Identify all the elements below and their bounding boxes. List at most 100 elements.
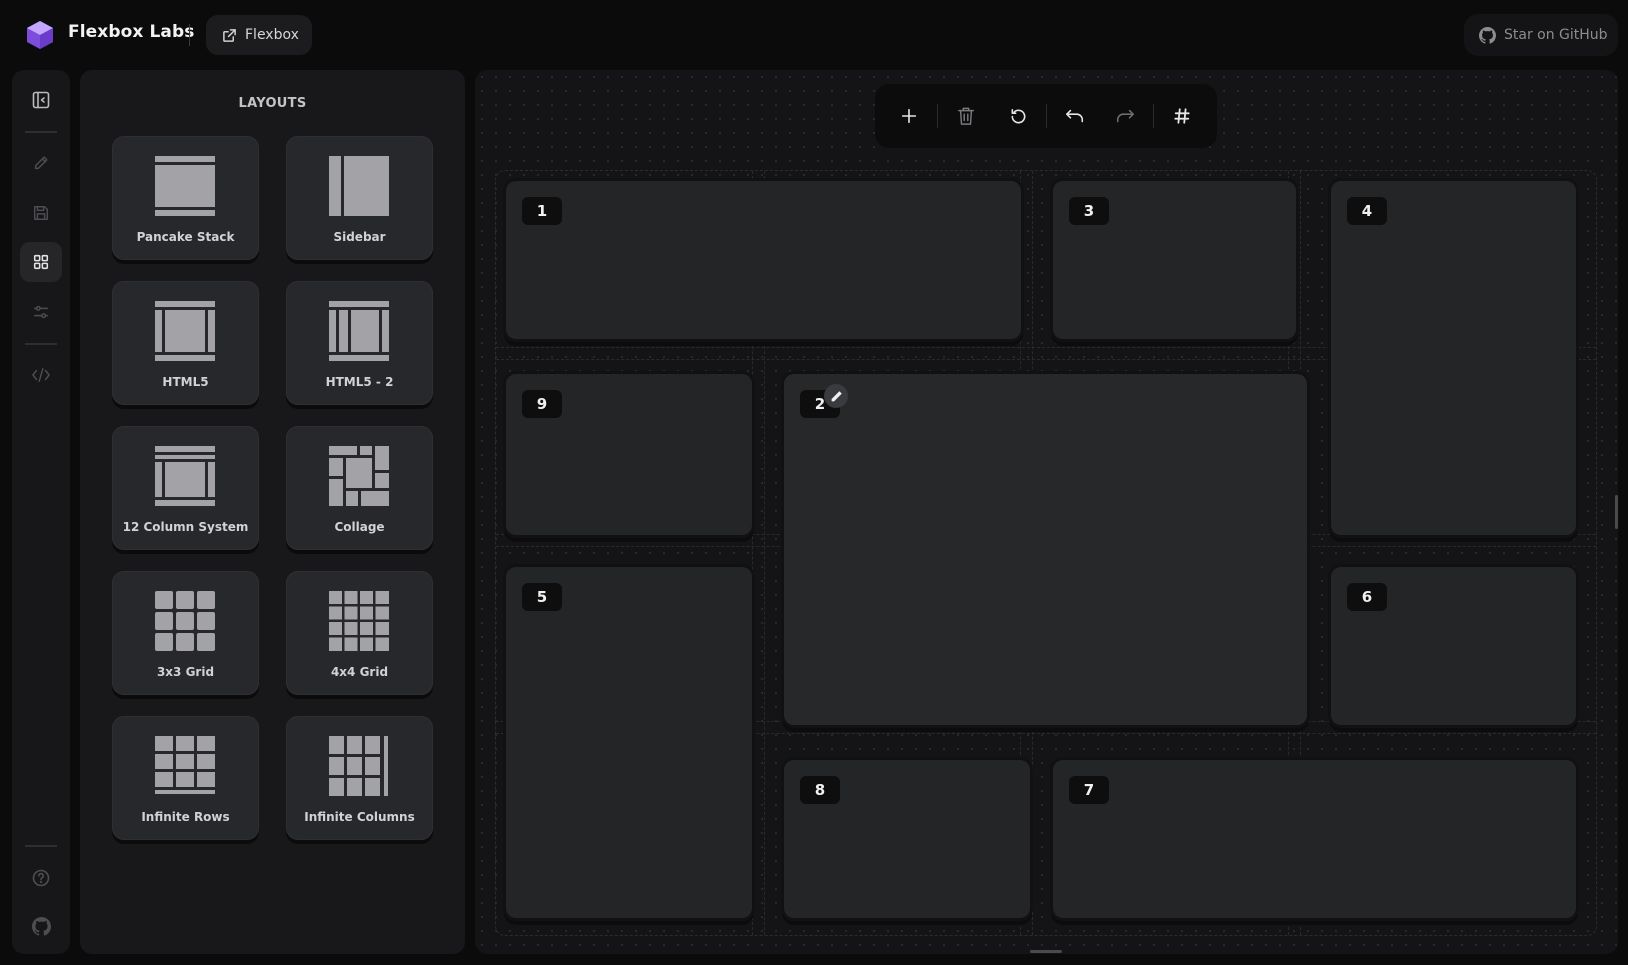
layout-tile-3x3-grid[interactable]: 3x3 Grid [112,571,259,695]
top-bar: Flexbox Labs Flexbox Star on GitHub [0,0,1628,70]
sliders-icon [33,305,49,319]
grid-cell[interactable]: 7 [1053,760,1576,918]
layouts-button[interactable] [20,242,62,282]
tool-rail [12,70,70,954]
infinite-rows-icon [155,736,215,794]
collapse-panel-icon [32,91,50,109]
cell-number-badge: 4 [1347,197,1387,225]
layout-tile-infinite-rows[interactable]: Infinite Rows [112,716,259,840]
delete-button[interactable] [946,96,986,136]
cell-number-badge: 3 [1069,197,1109,225]
twelve-column-layout-icon [155,446,215,506]
edit-button[interactable] [20,143,62,183]
reset-button[interactable] [998,96,1038,136]
undo-icon [1066,109,1084,123]
plus-icon [901,108,917,124]
grid-cell[interactable]: 6 [1331,567,1576,725]
infinite-columns-icon [329,736,388,796]
layout-tile-collage[interactable]: Collage [286,426,433,550]
toolbar-divider [1046,104,1047,128]
add-cell-button[interactable] [889,96,929,136]
layout-tile-label: Collage [334,520,385,534]
trash-icon [958,107,974,125]
layout-tile-pancake-stack[interactable]: Pancake Stack [112,136,259,260]
html5-layout-icon [155,301,215,361]
redo-button[interactable] [1105,96,1145,136]
reset-icon [1011,108,1025,123]
canvas-height-resize-handle[interactable] [1030,950,1062,953]
pencil-icon [831,390,842,401]
github-rail-button[interactable] [20,906,62,946]
canvas-toolbar [875,84,1217,148]
panel-title: LAYOUTS [238,96,307,111]
sidebar-layout-icon [329,156,389,216]
cell-number-badge: 6 [1347,583,1387,611]
grid-canvas[interactable]: 1 3 4 9 2 5 6 8 7 [475,70,1618,954]
code-button[interactable] [20,355,62,395]
grid-cell[interactable]: 9 [506,374,752,535]
rail-divider [25,131,57,133]
collage-layout-icon [329,446,389,506]
header-divider [189,24,190,46]
pencil-icon [34,156,48,170]
grid-cell[interactable]: 1 [506,181,1021,339]
rail-divider [25,343,57,345]
layout-tile-12-column-system[interactable]: 12 Column System [112,426,259,550]
settings-button[interactable] [20,292,62,332]
toolbar-divider [937,104,938,128]
redo-icon [1116,109,1134,123]
collapse-panel-button[interactable] [20,80,62,120]
layout-tile-label: Sidebar [333,230,386,244]
layout-tile-label: Infinite Rows [141,810,230,824]
layout-tile-label: 3x3 Grid [156,665,215,679]
brand-name[interactable]: Flexbox Labs [68,22,194,42]
cell-number-badge: 8 [800,776,840,804]
help-button[interactable] [20,858,62,898]
help-icon [32,869,50,887]
save-icon [33,205,49,221]
github-label: Star on GitHub [1504,27,1608,43]
flexbox-link-button[interactable]: Flexbox [206,15,312,55]
grid-cell-selected[interactable]: 2 [784,374,1307,725]
toggle-grid-button[interactable] [1162,96,1202,136]
save-button[interactable] [20,193,62,233]
grid-cell[interactable]: 5 [506,567,752,918]
layout-tile-label: HTML5 - 2 [325,375,394,389]
layouts-grid-icon [33,254,49,270]
github-icon [1479,26,1496,44]
layout-tile-label: Infinite Columns [304,810,415,824]
grid-container: 1 3 4 9 2 5 6 8 7 [495,170,1597,936]
layout-tile-label: 4x4 Grid [330,665,389,679]
toolbar-divider [1153,104,1154,128]
github-icon [31,916,51,936]
cell-number-badge: 7 [1069,776,1109,804]
grid-hash-icon [1174,108,1190,124]
layout-tile-html5[interactable]: HTML5 [112,281,259,405]
cell-number-badge: 9 [522,390,562,418]
pancake-stack-icon [155,156,215,216]
html5-2-layout-icon [329,301,389,361]
star-on-github-button[interactable]: Star on GitHub [1464,14,1618,56]
grid-cell[interactable]: 3 [1053,181,1296,339]
grid-cell[interactable]: 4 [1331,181,1576,535]
external-link-icon [223,28,236,42]
grid-cell[interactable]: 8 [784,760,1030,918]
canvas-width-resize-handle[interactable] [1615,495,1618,529]
layout-tile-html5-2[interactable]: HTML5 - 2 [286,281,433,405]
3x3-grid-icon [155,591,215,651]
layout-tile-label: Pancake Stack [136,230,235,244]
cell-number-badge: 5 [522,583,562,611]
layout-tile-label: 12 Column System [122,520,249,534]
code-icon [32,367,50,383]
4x4-grid-icon [329,591,389,651]
cell-number-badge: 1 [522,197,562,225]
flexbox-labs-logo-icon[interactable] [26,20,54,50]
undo-button[interactable] [1055,96,1095,136]
layout-tile-4x4-grid[interactable]: 4x4 Grid [286,571,433,695]
layout-tile-label: HTML5 [162,375,209,389]
layouts-panel: LAYOUTS Pancake Stack Sidebar HTML5 HTML… [80,70,465,954]
flexbox-link-label: Flexbox [245,27,299,43]
layout-tile-infinite-columns[interactable]: Infinite Columns [286,716,433,840]
layout-tile-sidebar[interactable]: Sidebar [286,136,433,260]
edit-cell-button[interactable] [824,384,848,408]
